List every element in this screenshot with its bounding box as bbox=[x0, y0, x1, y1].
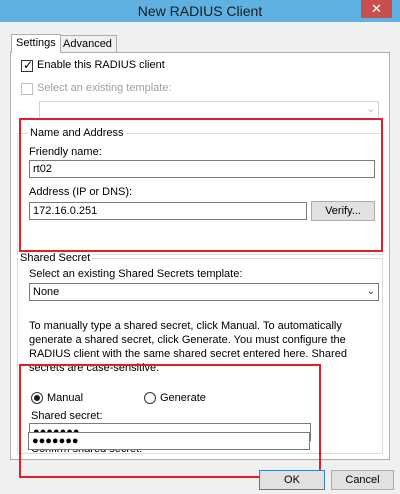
chevron-down-icon: ⌄ bbox=[366, 286, 375, 297]
ok-button[interactable]: OK bbox=[259, 470, 325, 490]
title-bar: New RADIUS Client ✕ bbox=[0, 0, 400, 22]
shared-secret-highlight bbox=[19, 364, 321, 478]
close-button[interactable]: ✕ bbox=[361, 0, 392, 18]
existing-template-label: Select an existing template: bbox=[37, 82, 172, 94]
shared-secret-group-label: Shared Secret bbox=[18, 252, 93, 264]
name-address-highlight bbox=[19, 118, 383, 252]
secret-template-value: None bbox=[33, 286, 60, 298]
enable-client-checkbox[interactable]: ✓ bbox=[21, 58, 34, 72]
tab-advanced[interactable]: Advanced bbox=[58, 35, 117, 52]
tab-settings[interactable]: Settings bbox=[11, 34, 61, 53]
chevron-down-icon: ⌄ bbox=[366, 104, 375, 115]
dialog-body: Settings Advanced ✓ Enable this RADIUS c… bbox=[0, 22, 400, 494]
enable-client-label: Enable this RADIUS client bbox=[37, 59, 165, 71]
existing-template-select[interactable]: ⌄ bbox=[39, 101, 379, 119]
window-title: New RADIUS Client bbox=[137, 3, 263, 19]
cancel-button[interactable]: Cancel bbox=[331, 470, 394, 490]
checkmark-icon: ✓ bbox=[23, 58, 34, 72]
secret-template-label: Select an existing Shared Secrets templa… bbox=[29, 268, 243, 280]
secret-template-select[interactable]: None ⌄ bbox=[29, 283, 379, 301]
existing-template-checkbox[interactable] bbox=[21, 83, 33, 95]
